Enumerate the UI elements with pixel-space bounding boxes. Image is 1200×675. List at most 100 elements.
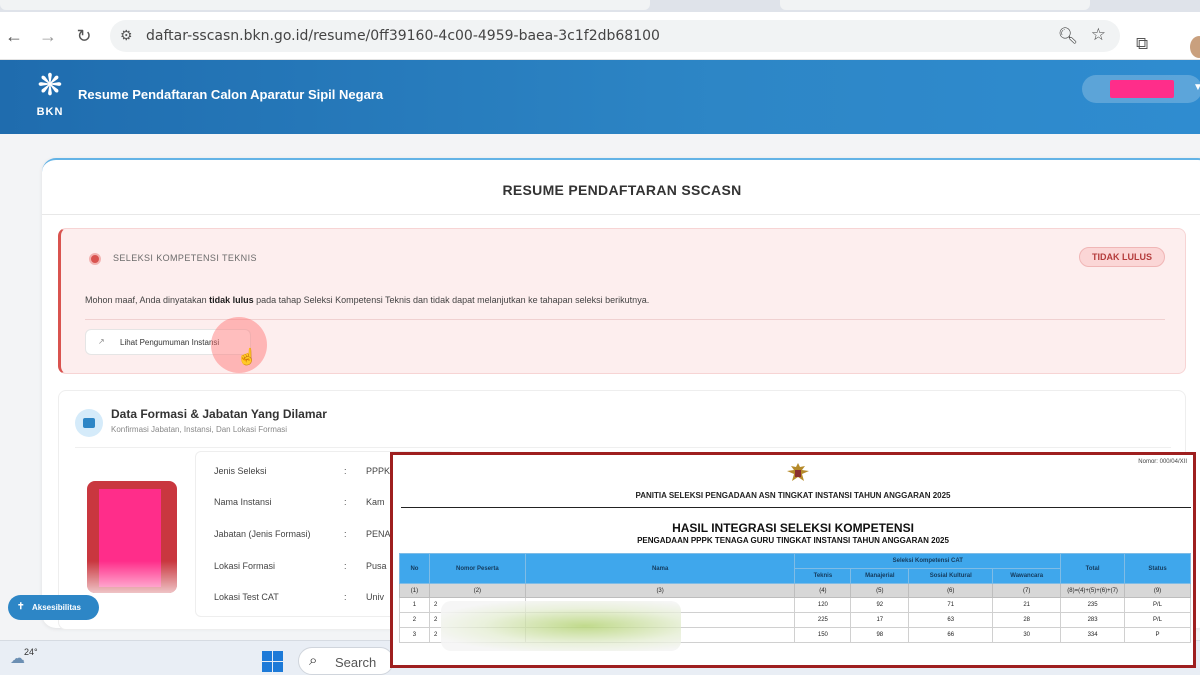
field-value: PENA [366, 529, 391, 539]
forward-icon[interactable]: → [36, 24, 60, 48]
search-label: Search [335, 655, 377, 670]
field-value: Pusa [366, 561, 387, 571]
address-bar[interactable]: ⚙ daftar-sscasn.bkn.go.id/resume/0ff3916… [110, 20, 1120, 52]
extensions-icon[interactable]: ⧉ [1136, 34, 1148, 54]
field-label: Nama Instansi [214, 497, 272, 507]
chevron-down-icon[interactable]: ▼ [1193, 82, 1200, 93]
document-number: Nomor: 000/04/XII [1138, 459, 1187, 465]
header-title: Resume Pendaftaran Calon Aparatur Sipil … [78, 87, 384, 102]
alert-message: Mohon maaf, Anda dinyatakan tidak lulus … [85, 295, 649, 305]
table-cell: 98 [850, 627, 910, 643]
field-label: Lokasi Test CAT [214, 592, 279, 602]
accessibility-label: Aksesibilitas [32, 603, 81, 612]
bookmark-star-icon[interactable]: ☆ [1091, 25, 1106, 45]
table-cell: (1) [399, 583, 430, 598]
table-cell: (9) [1124, 583, 1191, 598]
blurred-names-redaction [441, 601, 681, 651]
zoom-icon[interactable]: 🔍︎ [1058, 26, 1078, 46]
table-cell: P [1124, 627, 1191, 643]
reload-icon[interactable]: ↻ [72, 24, 96, 48]
table-cell: 225 [794, 612, 852, 628]
table-cell: 150 [794, 627, 852, 643]
alert-label: SELEKSI KOMPETENSI TEKNIS [113, 253, 257, 263]
divider [42, 214, 1200, 215]
url-text[interactable]: daftar-sscasn.bkn.go.id/resume/0ff39160-… [146, 28, 660, 44]
column-group-header: Seleksi Kompetensi CAT [794, 553, 1062, 569]
table-cell: 28 [992, 612, 1062, 628]
windows-start-icon[interactable] [262, 651, 283, 672]
table-cell: 334 [1060, 627, 1126, 643]
button-label: Lihat Pengumuman Instansi [120, 338, 220, 347]
table-cell: P/L [1124, 597, 1191, 613]
column-header: Nama [524, 553, 796, 584]
divider [75, 447, 1171, 448]
page-title: RESUME PENDAFTARAN SSCASN [502, 182, 742, 198]
bkn-logo[interactable]: ❋ BKN [30, 68, 70, 128]
committee-heading: PANITIA SELEKSI PENGADAAN ASN TINGKAT IN… [635, 491, 951, 500]
column-header: Wawancara [992, 568, 1062, 584]
table-cell: (4) [794, 583, 852, 598]
table-cell: (3) [524, 583, 796, 598]
weather-icon[interactable]: ☁ [10, 649, 25, 667]
accessibility-icon: ✝ [17, 601, 25, 611]
bkn-emblem-icon: ❋ [37, 69, 63, 102]
weather-temperature[interactable]: 24° [24, 647, 38, 657]
browser-toolbar: ← → ↻ ⚙ daftar-sscasn.bkn.go.id/resume/0… [0, 12, 1200, 60]
taskbar-search[interactable]: ⌕ Search [298, 647, 394, 675]
column-header: Total [1060, 553, 1126, 584]
user-menu[interactable] [1082, 75, 1200, 103]
field-label: Jenis Seleksi [214, 466, 267, 476]
column-header: Manajerial [850, 568, 910, 584]
table-cell: 66 [908, 627, 994, 643]
table-cell: 17 [850, 612, 910, 628]
external-link-icon: ↗ [98, 337, 105, 346]
table-cell: (8)=(4)+(5)+(6)+(7) [1060, 583, 1126, 598]
applicant-photo [87, 481, 177, 593]
search-icon: ⌕ [309, 652, 318, 669]
table-cell: 71 [908, 597, 994, 613]
profile-avatar[interactable] [1190, 36, 1200, 58]
table-cell: 21 [992, 597, 1062, 613]
table-cell: (2) [428, 583, 526, 598]
logo-text: BKN [36, 106, 64, 118]
back-icon[interactable]: ← [2, 24, 26, 48]
column-header: Teknis [794, 568, 852, 584]
status-dot-icon [89, 253, 101, 265]
column-header: Nomor Peserta [428, 553, 526, 584]
table-cell: P/L [1124, 612, 1191, 628]
table-cell: 2 [399, 612, 430, 628]
column-header: Sosial Kultural [908, 568, 994, 584]
table-cell: (7) [992, 583, 1062, 598]
field-value: Kam [366, 497, 385, 507]
field-value: Univ [366, 592, 385, 602]
table-cell: 92 [850, 597, 910, 613]
field-value: PPPK [366, 466, 391, 476]
browser-tab[interactable] [0, 0, 650, 10]
document-subtitle: PENGADAAN PPPK TENAGA GURU TINGKAT INSTA… [637, 536, 949, 545]
table-cell: 30 [992, 627, 1062, 643]
table-cell: (6) [908, 583, 994, 598]
table-cell: 3 [399, 627, 430, 643]
column-header: Status [1124, 553, 1191, 584]
field-label: Jabatan (Jenis Formasi) [214, 529, 311, 539]
section-title: Data Formasi & Jabatan Yang Dilamar [111, 407, 327, 421]
status-badge: TIDAK LULUS [1079, 247, 1165, 267]
selection-result-alert: SELEKSI KOMPETENSI TEKNIS TIDAK LULUS Mo… [58, 228, 1186, 374]
column-header: No [399, 553, 430, 584]
browser-tab[interactable] [780, 0, 1090, 10]
table-cell: 120 [794, 597, 852, 613]
accessibility-button[interactable]: ✝ Aksesibilitas [8, 595, 99, 620]
table-cell: (5) [850, 583, 910, 598]
redacted-username [1110, 80, 1174, 98]
field-label: Lokasi Formasi [214, 561, 276, 571]
site-header: ❋ BKN Resume Pendaftaran Calon Aparatur … [0, 60, 1200, 134]
table-cell: 235 [1060, 597, 1126, 613]
garuda-emblem-icon [787, 463, 809, 481]
site-info-icon[interactable]: ⚙ [120, 27, 133, 44]
table-cell: 1 [399, 597, 430, 613]
index-row: (1) (2) (3) (4) (5) (6) (7) (8)=(4)+(5)+… [399, 583, 1191, 598]
table-cell: 63 [908, 612, 994, 628]
hand-cursor-icon: ☝ [237, 349, 257, 366]
briefcase-icon [75, 409, 103, 437]
section-subtitle: Konfirmasi Jabatan, Instansi, Dan Lokasi… [111, 425, 288, 434]
